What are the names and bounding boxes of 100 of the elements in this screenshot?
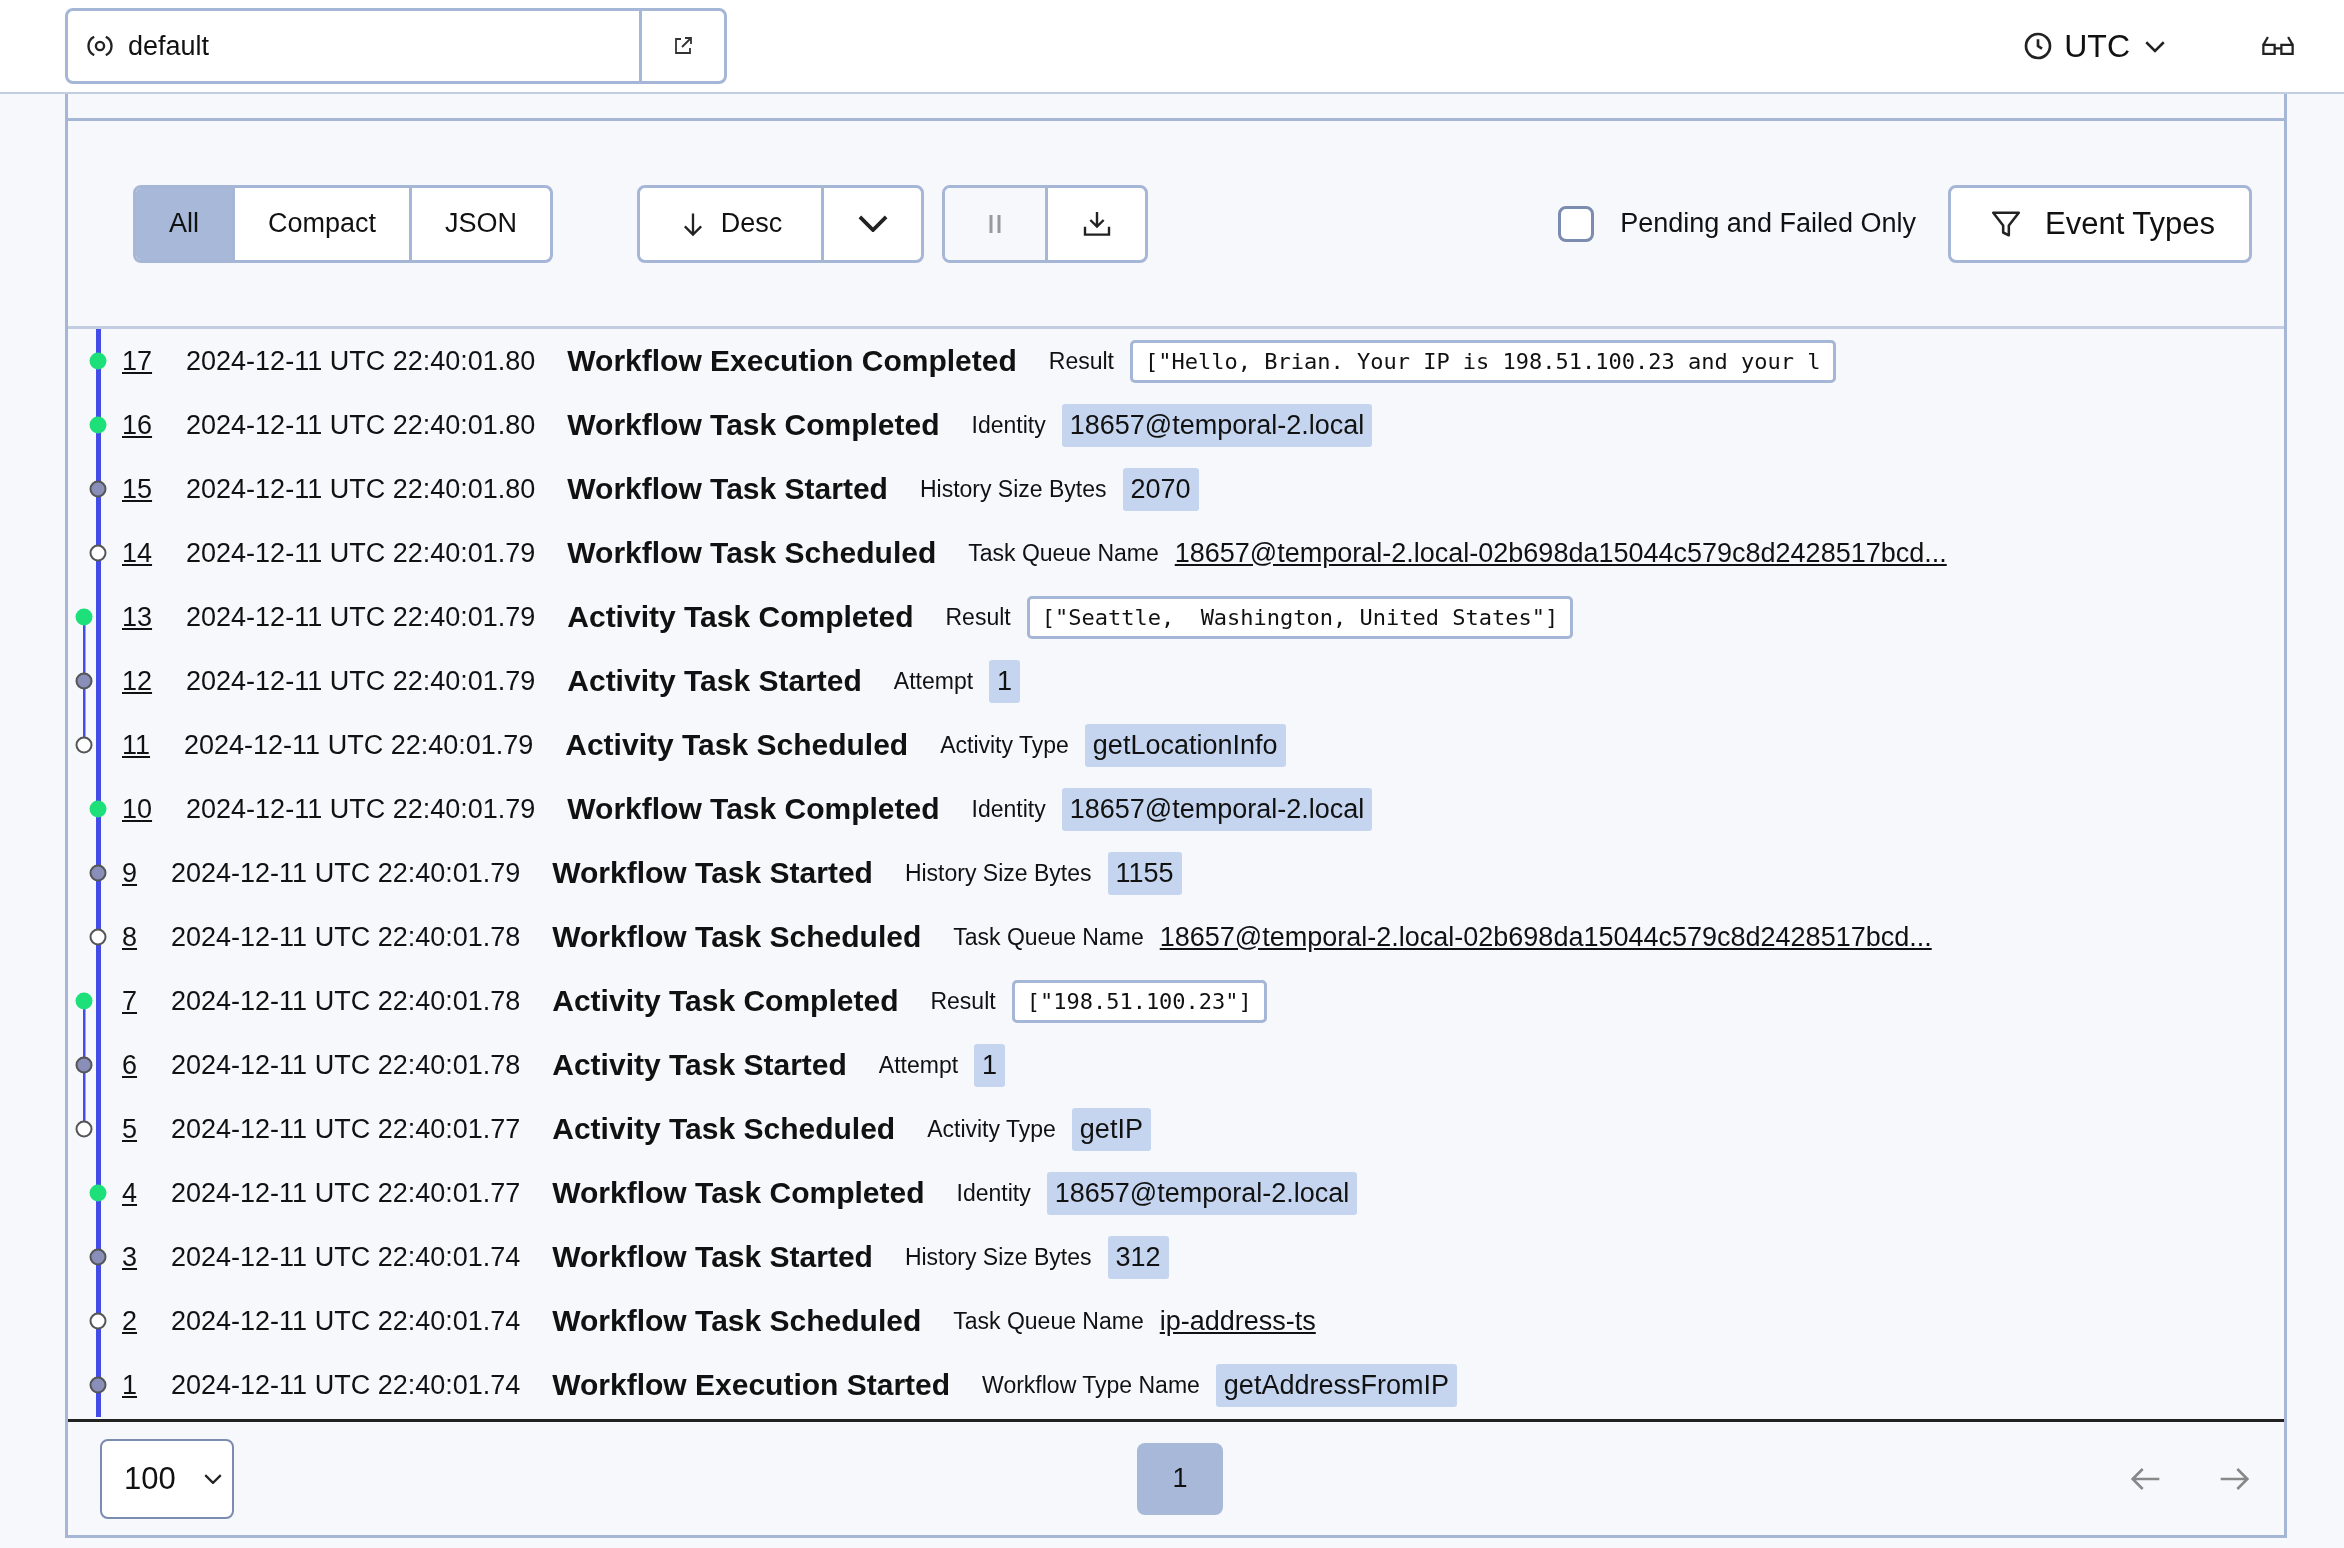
detail-label: Identity: [971, 795, 1046, 823]
event-time: 2024-12-11 UTC 22:40:01.80: [186, 345, 536, 377]
event-id-link[interactable]: 13: [122, 601, 153, 633]
detail-label: Attempt: [893, 667, 974, 695]
detail-label: Attempt: [878, 1051, 959, 1079]
task-queue-link[interactable]: ip-address-ts: [1159, 1305, 1316, 1337]
event-id-link[interactable]: 2: [122, 1305, 138, 1337]
event-status-dot: [75, 736, 93, 754]
page-size-select[interactable]: 100: [100, 1438, 234, 1519]
event-id-link[interactable]: 8: [122, 921, 138, 953]
task-queue-link[interactable]: 18657@temporal-2.local-02b698da15044c579c8d2428517bcd...: [1159, 921, 1932, 953]
result-code-block: ["Seattle, Washington, United States"]: [1026, 595, 1574, 639]
event-id-link[interactable]: 1: [122, 1369, 138, 1401]
event-status-dot: [75, 1120, 93, 1138]
event-types-button[interactable]: Event Types: [1947, 184, 2252, 263]
event-time: 2024-12-11 UTC 22:40:01.79: [186, 793, 536, 825]
page-button[interactable]: 1: [1137, 1442, 1223, 1515]
event-name: Workflow Task Completed: [552, 1176, 925, 1210]
detail-label: History Size Bytes: [904, 859, 1092, 887]
event-id-link[interactable]: 17: [122, 345, 153, 377]
timezone-selector[interactable]: UTC: [2022, 27, 2170, 65]
event-id-link[interactable]: 10: [122, 793, 153, 825]
checkbox-label: Pending and Failed Only: [1620, 208, 1916, 239]
chevron-down-icon: [857, 215, 888, 232]
chevron-down-icon: [204, 1473, 222, 1484]
event-id-link[interactable]: 9: [122, 857, 138, 889]
event-time: 2024-12-11 UTC 22:40:01.79: [186, 537, 536, 569]
detail-label: Result: [930, 987, 996, 1015]
event-status-dot: [89, 352, 107, 370]
event-time: 2024-12-11 UTC 22:40:01.79: [171, 857, 521, 889]
detail-value: 1: [989, 659, 1021, 703]
event-status-dot: [75, 992, 93, 1010]
event-status-dot: [89, 928, 107, 946]
result-code-block: ["Hello, Brian. Your IP is 198.51.100.23 and your l: [1130, 339, 1836, 383]
view-tab[interactable]: All: [136, 187, 232, 260]
event-id-link[interactable]: 14: [122, 537, 153, 569]
detail-value: 18657@temporal-2.local: [1046, 1171, 1358, 1215]
event-time: 2024-12-11 UTC 22:40:01.79: [186, 601, 536, 633]
detail-value: 1155: [1107, 851, 1182, 895]
event-time: 2024-12-11 UTC 22:40:01.78: [171, 1049, 521, 1081]
event-name: Workflow Execution Started: [552, 1368, 951, 1402]
event-time: 2024-12-11 UTC 22:40:01.77: [171, 1113, 521, 1145]
event-name: Workflow Task Completed: [567, 408, 940, 442]
detail-label: History Size Bytes: [919, 475, 1107, 503]
event-name: Workflow Task Scheduled: [552, 1304, 922, 1338]
namespace-name: default: [128, 30, 211, 62]
detail-value: 18657@temporal-2.local: [1061, 403, 1373, 447]
event-status-dot: [89, 1312, 107, 1330]
event-name: Activity Task Started: [567, 664, 862, 698]
detail-label: Identity: [971, 411, 1046, 439]
event-status-dot: [89, 800, 107, 818]
event-time: 2024-12-11 UTC 22:40:01.74: [171, 1305, 521, 1337]
detail-label: Task Queue Name: [953, 1307, 1144, 1335]
event-status-dot: [75, 608, 93, 626]
event-id-link[interactable]: 12: [122, 665, 153, 697]
event-name: Workflow Task Scheduled: [552, 920, 922, 954]
event-id-link[interactable]: 16: [122, 409, 153, 441]
event-name: Workflow Task Started: [567, 472, 888, 506]
event-status-dot: [89, 544, 107, 562]
event-time: 2024-12-11 UTC 22:40:01.78: [171, 921, 521, 953]
event-time: 2024-12-11 UTC 22:40:01.79: [186, 665, 536, 697]
event-status-dot: [89, 1376, 107, 1394]
detail-value: getIP: [1071, 1107, 1151, 1151]
detail-label: Workflow Type Name: [982, 1371, 1200, 1399]
event-name: Workflow Task Started: [552, 1240, 873, 1274]
detail-value: 18657@temporal-2.local: [1061, 787, 1373, 831]
detail-value: 1: [974, 1043, 1006, 1087]
event-name: Workflow Task Completed: [567, 792, 940, 826]
event-id-link[interactable]: 11: [122, 729, 151, 761]
event-status-dot: [75, 1056, 93, 1074]
event-name: Workflow Execution Completed: [567, 344, 1017, 378]
event-id-link[interactable]: 7: [122, 985, 138, 1017]
event-time: 2024-12-11 UTC 22:40:01.80: [186, 473, 536, 505]
view-tab[interactable]: Compact: [232, 187, 410, 260]
namespace-selector[interactable]: default: [65, 8, 727, 84]
event-id-link[interactable]: 5: [122, 1113, 138, 1145]
event-name: Activity Task Scheduled: [565, 728, 909, 762]
checkbox[interactable]: [1558, 205, 1595, 242]
event-name: Activity Task Started: [552, 1048, 847, 1082]
detail-value: 2070: [1122, 467, 1199, 511]
detail-label: Result: [945, 603, 1011, 631]
result-code-block: ["198.51.100.23"]: [1011, 979, 1267, 1023]
event-id-link[interactable]: 3: [122, 1241, 138, 1273]
detail-label: Activity Type: [940, 731, 1069, 759]
event-id-link[interactable]: 4: [122, 1177, 138, 1209]
event-name: Workflow Task Started: [552, 856, 873, 890]
event-time: 2024-12-11 UTC 22:40:01.77: [171, 1177, 521, 1209]
detail-label: Identity: [956, 1179, 1031, 1207]
event-id-link[interactable]: 6: [122, 1049, 138, 1081]
view-tab[interactable]: JSON: [409, 187, 551, 260]
event-id-link[interactable]: 15: [122, 473, 153, 505]
event-status-dot: [75, 672, 93, 690]
event-time: 2024-12-11 UTC 22:40:01.80: [186, 409, 536, 441]
task-queue-link[interactable]: 18657@temporal-2.local-02b698da15044c579c8d2428517bcd...: [1174, 537, 1947, 569]
event-time: 2024-12-11 UTC 22:40:01.78: [171, 985, 521, 1017]
event-name: Activity Task Scheduled: [552, 1112, 896, 1146]
detail-label: Result: [1048, 347, 1114, 375]
detail-label: History Size Bytes: [904, 1243, 1092, 1271]
event-status-dot: [89, 864, 107, 882]
event-time: 2024-12-11 UTC 22:40:01.79: [184, 729, 534, 761]
